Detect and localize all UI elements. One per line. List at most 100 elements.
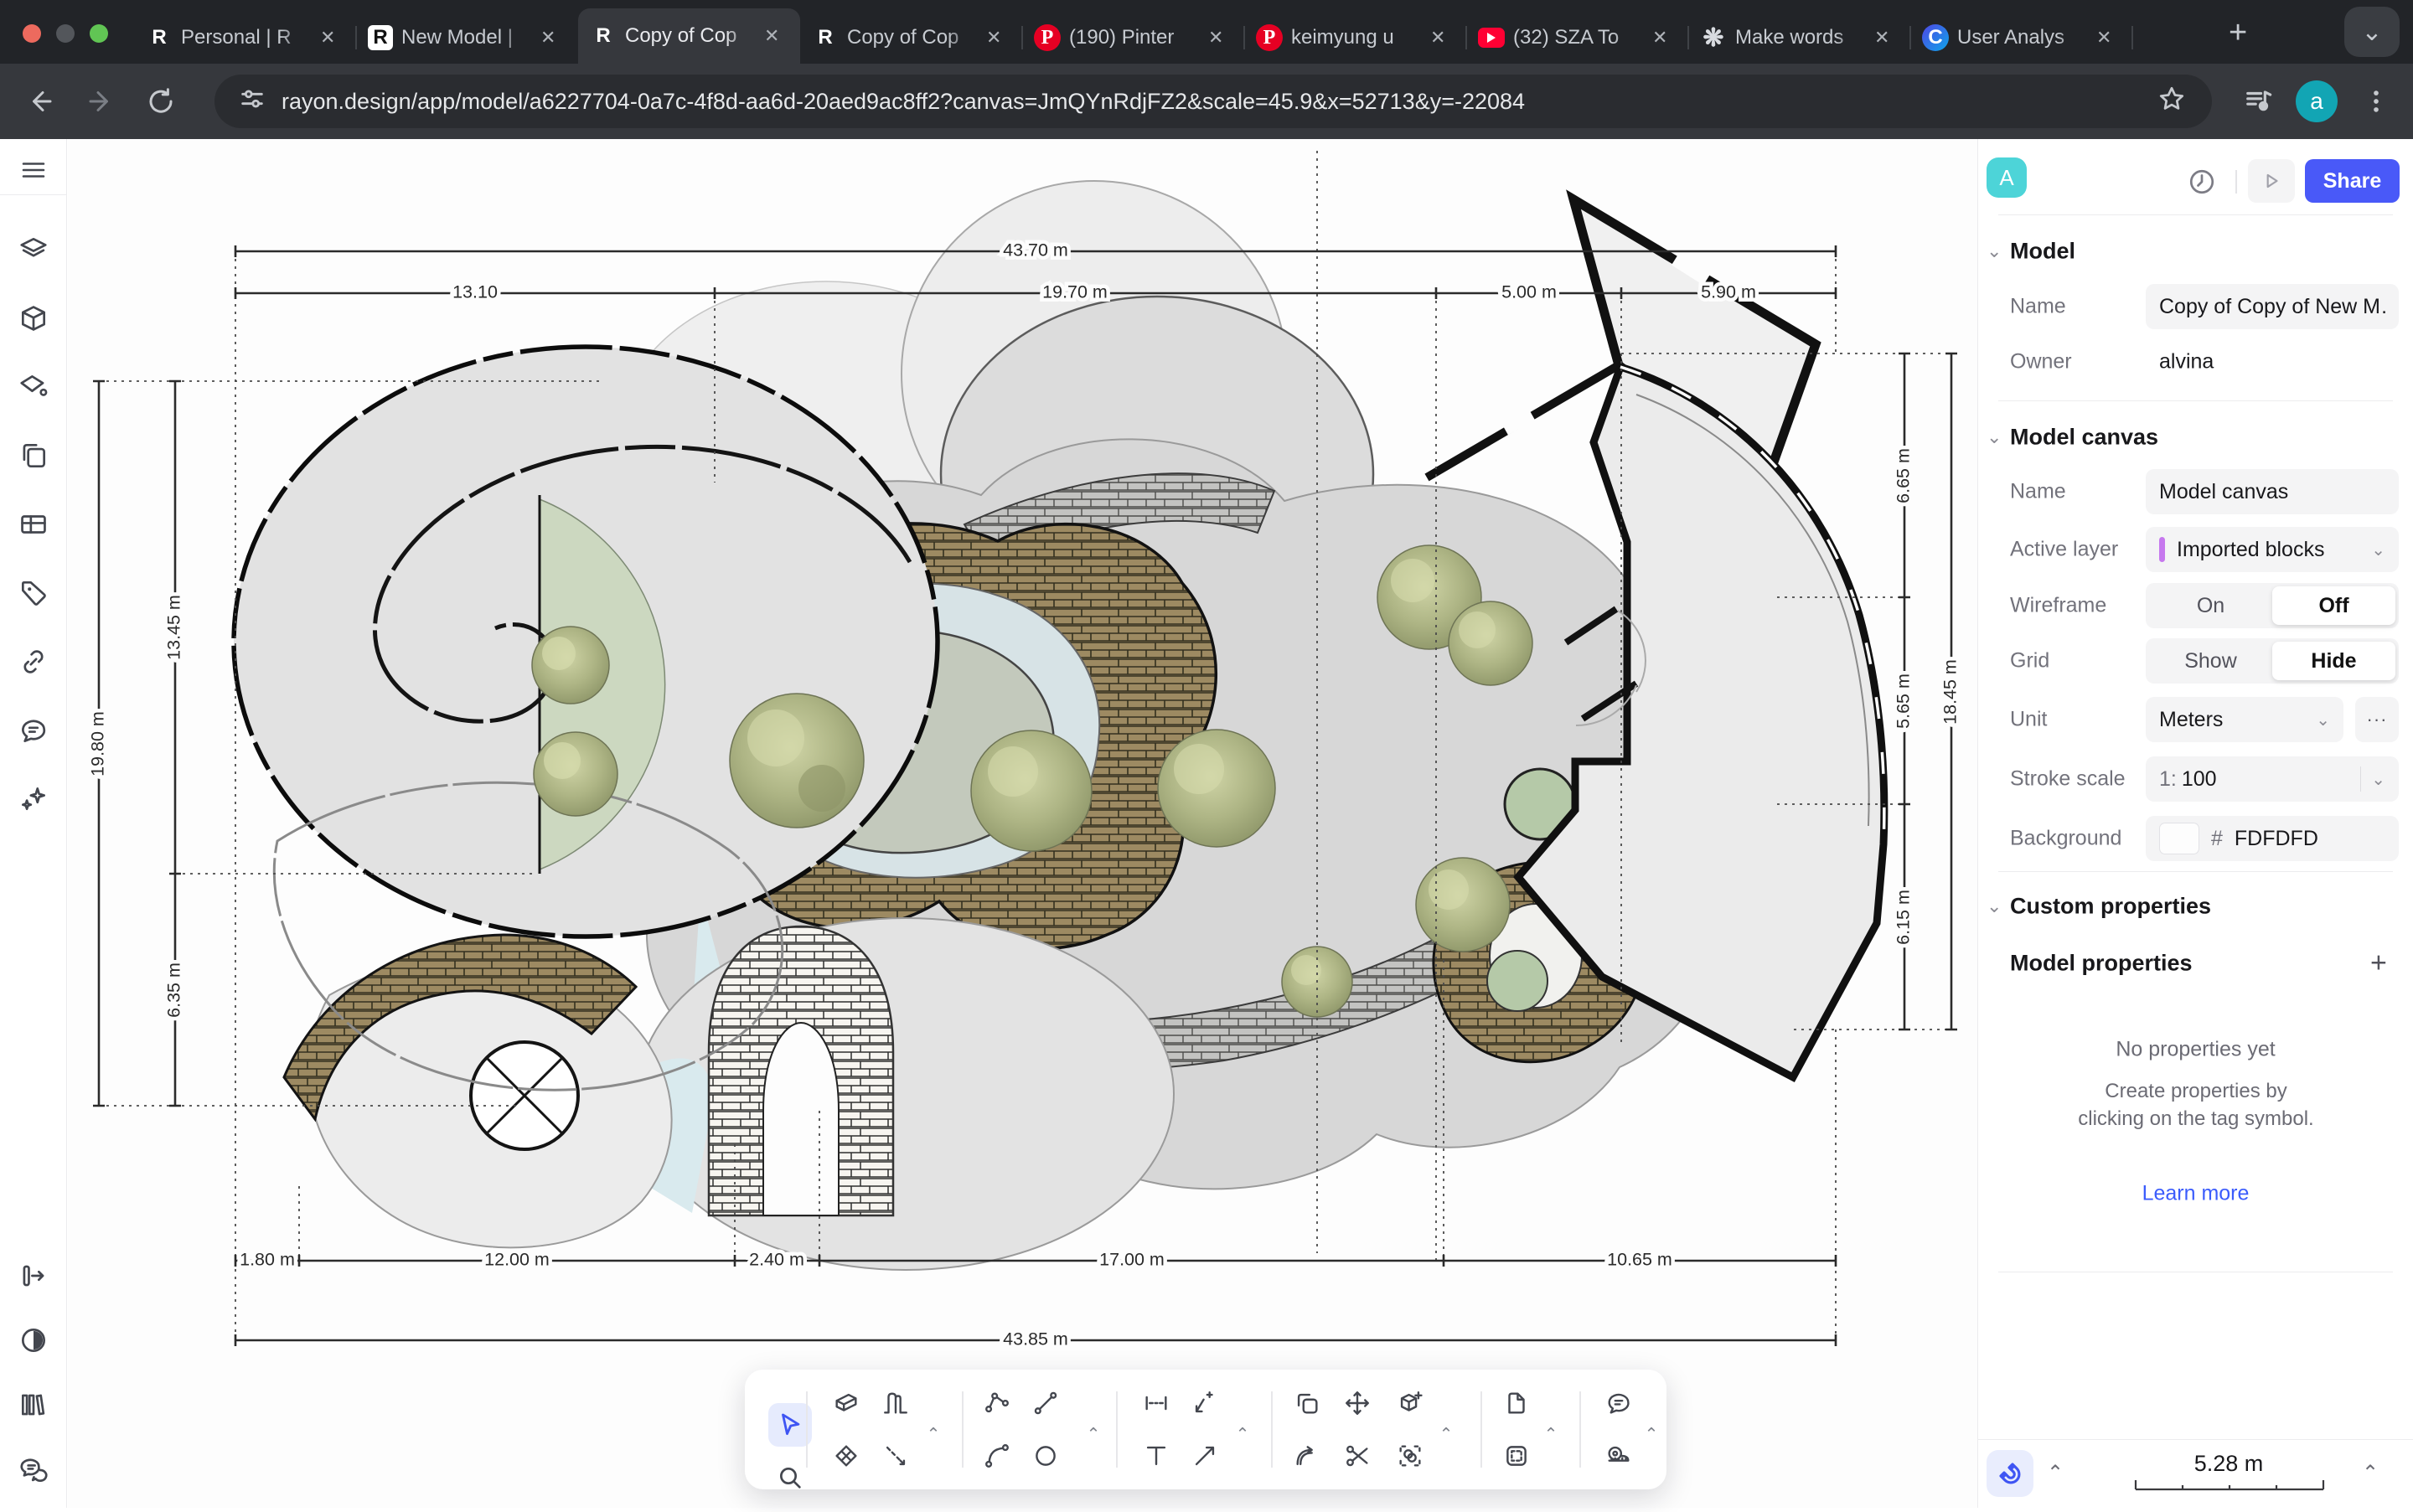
tiles-tool[interactable] [824,1434,868,1478]
unit-select[interactable]: Meters ⌄ [2146,697,2343,742]
tape-measure-tool[interactable] [1597,1434,1641,1478]
reload-button[interactable] [134,75,188,128]
canvas-name-input[interactable]: Model canvas [2146,469,2399,514]
selection-box-tool[interactable] [1495,1434,1538,1478]
arrow-tool[interactable] [1183,1434,1227,1478]
bookmark-star-icon[interactable] [2157,84,2187,120]
link-icon[interactable] [17,645,50,679]
group-select-tool[interactable] [1388,1434,1432,1478]
add-block-tool[interactable] [1388,1381,1432,1425]
grid-hide-option[interactable]: Hide [2272,642,2395,680]
fillet-tool[interactable] [1285,1434,1329,1478]
layers-icon[interactable] [17,233,50,266]
close-icon[interactable]: ✕ [759,23,784,49]
menu-icon[interactable] [17,153,50,187]
chevron-up-icon[interactable]: ⌃ [927,1424,941,1445]
close-icon[interactable]: ✕ [535,25,561,50]
tag-icon[interactable] [17,576,50,610]
chrome-menu-icon[interactable] [2349,75,2403,128]
chevron-up-icon[interactable]: ⌃ [1439,1424,1454,1445]
tab-personal[interactable]: R Personal | R ✕ [134,12,356,64]
close-icon[interactable]: ✕ [981,25,1006,50]
close-icon[interactable]: ✕ [1425,25,1450,50]
plan-green-pool-small[interactable] [1487,951,1548,1011]
tab-user-analysis[interactable]: C User Analys ✕ [1910,12,2132,64]
tab-chatgpt[interactable]: ❋ Make words ✕ [1688,12,1910,64]
active-layer-select[interactable]: Imported blocks ⌄ [2146,527,2399,572]
grid-show-option[interactable]: Show [2149,642,2272,680]
wireframe-toggle[interactable]: On Off [2146,583,2399,628]
copy-pages-icon[interactable] [17,439,50,472]
grid-toggle[interactable]: Show Hide [2146,638,2399,684]
workspace-avatar[interactable]: A [1987,157,2027,198]
plan-arch-opening[interactable] [763,1023,839,1215]
new-tab-button[interactable]: + [2229,15,2247,51]
library-books-icon[interactable] [17,1388,50,1422]
close-icon[interactable]: ✕ [2091,25,2116,50]
traffic-light-close[interactable] [23,24,41,43]
chevron-up-icon[interactable]: ⌃ [1544,1424,1558,1445]
close-icon[interactable]: ✕ [1647,25,1672,50]
table-icon[interactable] [17,508,50,541]
add-property-button[interactable]: + [2370,947,2387,980]
stroke-scale-input[interactable]: 1: 100 ⌄ [2146,756,2399,802]
contrast-theme-icon[interactable] [17,1324,50,1357]
forward-button[interactable] [74,75,127,128]
url-bar[interactable]: rayon.design/app/model/a6227704-0a7c-4f8… [214,75,2212,128]
measure-tool[interactable] [874,1434,917,1478]
model-name-input[interactable]: Copy of Copy of New M… [2146,284,2399,329]
chevron-up-icon[interactable]: ⌃ [2042,1461,2069,1488]
unit-more-button[interactable]: ··· [2355,697,2399,742]
cut-tool[interactable] [1336,1434,1379,1478]
browser-avatar[interactable]: a [2290,75,2343,128]
back-button[interactable] [13,75,67,128]
duplicate-tool[interactable] [1285,1381,1329,1425]
leader-text-tool[interactable] [1183,1381,1227,1425]
export-panel-icon[interactable] [17,1259,50,1293]
chevron-down-icon[interactable]: ⌄ [1987,426,2002,448]
model-canvas[interactable]: 43.70 m 13.10 19.70 m 5.00 m 5.90 m 1.80… [68,139,1977,1508]
color-swatch[interactable] [2159,823,2199,854]
comment-icon[interactable] [17,714,50,747]
learn-more-link[interactable]: Learn more [1978,1182,2413,1206]
tab-overflow-button[interactable]: ⌄ [2344,7,2400,57]
arc-tool[interactable] [975,1434,1019,1478]
file-tool[interactable] [1495,1381,1538,1425]
close-icon[interactable]: ✕ [1203,25,1228,50]
chevron-up-icon[interactable]: ⌃ [1645,1424,1659,1445]
chevron-up-icon[interactable]: ⌃ [1236,1424,1250,1445]
tab-new-model[interactable]: R New Model | ✕ [356,12,578,64]
wireframe-on-option[interactable]: On [2149,586,2272,625]
text-tool[interactable] [1134,1434,1178,1478]
history-clock-icon[interactable] [2187,167,2217,201]
tab-copy-active[interactable]: R Copy of Cop ✕ [578,8,800,64]
dimension-tool[interactable] [1134,1381,1178,1425]
wireframe-off-option[interactable]: Off [2272,586,2395,625]
comment-tool[interactable] [1597,1381,1641,1425]
chevron-down-icon[interactable]: ⌄ [1987,240,2002,262]
background-color-input[interactable]: # FDFDFD [2146,816,2399,861]
circle-tool[interactable] [1024,1434,1067,1478]
door-tool[interactable] [874,1381,917,1425]
site-settings-icon[interactable] [238,85,266,119]
chevron-down-icon[interactable]: ⌄ [1987,895,2002,917]
fill-style-icon[interactable] [17,370,50,404]
move-tool[interactable] [1336,1381,1379,1425]
traffic-light-minimize[interactable] [56,24,75,43]
snap-magnet-button[interactable] [1987,1450,2033,1497]
polyline-tool[interactable] [975,1381,1019,1425]
share-button[interactable]: Share [2305,159,2400,203]
sparkles-icon[interactable] [17,782,50,816]
media-controls-icon[interactable] [2233,75,2286,128]
tab-pinterest-2[interactable]: P keimyung u ✕ [1244,12,1466,64]
close-icon[interactable]: ✕ [1869,25,1894,50]
scale-indicator[interactable]: 5.28 m [2134,1451,2323,1477]
tab-copy-2[interactable]: R Copy of Cop ✕ [800,12,1022,64]
line-tool[interactable] [1024,1381,1067,1425]
tab-youtube[interactable]: (32) SZA To ✕ [1466,12,1688,64]
wall-tool[interactable] [824,1381,868,1425]
chevron-up-icon[interactable]: ⌃ [2357,1461,2384,1488]
tab-pinterest-1[interactable]: P (190) Pinter ✕ [1022,12,1244,64]
plan-crossed-circle[interactable] [471,1042,578,1149]
box-3d-icon[interactable] [17,302,50,335]
